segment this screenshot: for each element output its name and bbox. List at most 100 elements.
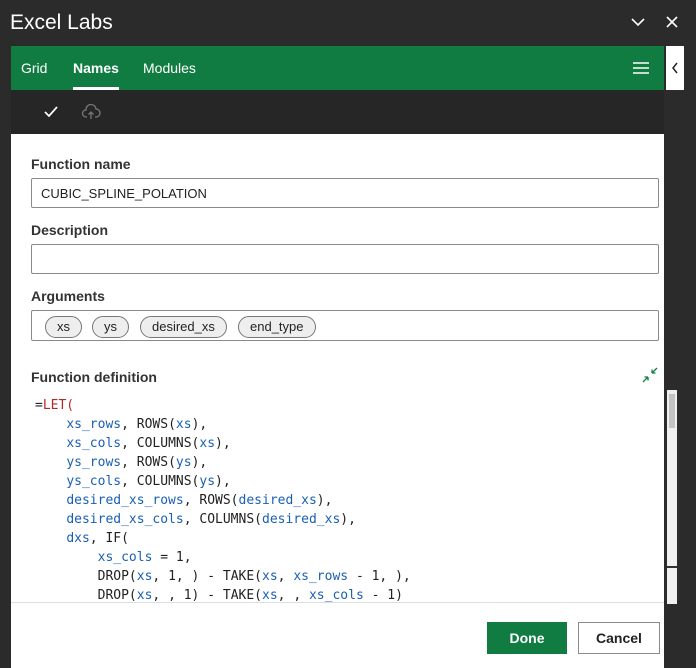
argument-chip[interactable]: xs xyxy=(45,316,82,338)
code-token: desired_xs xyxy=(262,512,341,527)
title-bar: Excel Labs xyxy=(0,0,696,46)
tab-modules[interactable]: Modules xyxy=(143,46,196,90)
code-token: TAKE( xyxy=(222,569,263,584)
arguments-input[interactable]: xs ys desired_xs end_type xyxy=(31,310,659,341)
code-token: ys xyxy=(175,455,192,470)
code-token: xs xyxy=(136,588,153,602)
code-line: ys_rows, ROWS(ys), xyxy=(35,453,665,472)
argument-chip[interactable]: ys xyxy=(92,316,129,338)
function-name-label: Function name xyxy=(31,156,131,172)
code-token: xs xyxy=(175,417,192,432)
code-token: , xyxy=(121,474,137,489)
argument-chip[interactable]: end_type xyxy=(238,316,316,338)
code-line: DROP(xs, , 1) - TAKE(xs, , xs_cols - 1) xyxy=(35,586,665,602)
code-token: - 1) xyxy=(363,588,403,602)
cancel-button[interactable]: Cancel xyxy=(578,622,660,654)
code-token: ), xyxy=(191,417,208,432)
code-line: xs_cols = 1, xyxy=(35,548,665,567)
code-token: , 1, ) - xyxy=(152,569,223,584)
description-label: Description xyxy=(31,222,109,238)
description-input[interactable] xyxy=(31,244,659,274)
function-definition-label: Function definition xyxy=(31,369,157,385)
code-token: ), xyxy=(340,512,356,527)
code-token: ), xyxy=(215,474,231,489)
code-token: DROP( xyxy=(97,569,137,584)
close-icon[interactable] xyxy=(662,10,682,34)
code-token: ys_rows xyxy=(66,455,122,470)
code-token: , xyxy=(121,436,137,451)
code-token: xs xyxy=(262,588,278,602)
scrollbar-marker xyxy=(667,566,677,568)
code-token: , , 1) - xyxy=(152,588,223,602)
code-token: xs_cols xyxy=(97,550,153,565)
code-token: ), xyxy=(191,455,208,470)
code-token: COLUMNS( xyxy=(136,436,200,451)
code-token: desired_xs_cols xyxy=(66,512,184,527)
tab-grid[interactable]: Grid xyxy=(21,46,47,90)
code-line: =LET( xyxy=(35,396,665,415)
code-token: LET( xyxy=(42,398,75,413)
expand-icon[interactable] xyxy=(639,364,661,386)
code-token: , xyxy=(183,493,200,508)
code-line: DROP(xs, 1, ) - TAKE(xs, xs_rows - 1, ), xyxy=(35,567,665,586)
code-token: , xyxy=(121,417,137,432)
code-token: dxs xyxy=(66,531,90,546)
code-token: = 1, xyxy=(152,550,192,565)
code-token: ys_cols xyxy=(66,474,122,489)
code-token: xs xyxy=(262,569,278,584)
code-scrollbar-thumb[interactable] xyxy=(669,394,675,428)
arguments-label: Arguments xyxy=(31,288,105,304)
code-token: xs_rows xyxy=(293,569,349,584)
code-token: COLUMNS( xyxy=(136,474,200,489)
chevron-down-icon[interactable] xyxy=(628,10,648,34)
code-line: xs_rows, ROWS(xs), xyxy=(35,415,665,434)
code-token: , xyxy=(89,531,106,546)
footer-divider xyxy=(11,602,664,603)
done-button[interactable]: Done xyxy=(487,622,567,654)
checkmark-icon[interactable] xyxy=(41,102,61,122)
code-token: , xyxy=(121,455,137,470)
code-token: - 1, ), xyxy=(348,569,411,584)
toolbar xyxy=(11,90,664,134)
code-token: xs_cols xyxy=(308,588,364,602)
tab-names[interactable]: Names xyxy=(73,46,119,90)
code-token: xs_rows xyxy=(66,417,122,432)
code-line: dxs, IF( xyxy=(35,529,665,548)
window-edge xyxy=(684,46,696,668)
code-token: ROWS( xyxy=(136,417,176,432)
code-token: = xyxy=(35,398,43,413)
code-token: ), xyxy=(215,436,231,451)
nav-bar: Grid Names Modules xyxy=(11,46,664,90)
code-token: TAKE( xyxy=(222,588,263,602)
code-token: xs xyxy=(199,436,216,451)
function-name-input[interactable]: CUBIC_SPLINE_POLATION xyxy=(31,178,659,208)
code-line: xs_cols, COLUMNS(xs), xyxy=(35,434,665,453)
chevron-left-icon[interactable] xyxy=(666,46,684,90)
code-token: IF( xyxy=(105,531,129,546)
task-pane: Grid Names Modules Function name CUBIC_S… xyxy=(11,46,677,668)
code-token: DROP( xyxy=(97,588,137,602)
code-token: ), xyxy=(316,493,333,508)
code-token: xs xyxy=(136,569,153,584)
code-line: desired_xs_cols, COLUMNS(desired_xs), xyxy=(35,510,665,529)
code-token: desired_xs_rows xyxy=(66,493,184,508)
code-token: , , xyxy=(277,588,309,602)
code-token: ROWS( xyxy=(136,455,176,470)
function-name-value: CUBIC_SPLINE_POLATION xyxy=(41,186,207,201)
cloud-upload-icon[interactable] xyxy=(81,102,101,122)
code-editor[interactable]: =LET( xs_rows, ROWS(xs), xs_cols, COLUMN… xyxy=(35,396,665,602)
code-token: , xyxy=(183,512,200,527)
code-token: ROWS( xyxy=(199,493,239,508)
argument-chip[interactable]: desired_xs xyxy=(140,316,227,338)
hamburger-icon[interactable] xyxy=(631,60,651,76)
code-line: desired_xs_rows, ROWS(desired_xs), xyxy=(35,491,665,510)
code-token: ys xyxy=(199,474,216,489)
